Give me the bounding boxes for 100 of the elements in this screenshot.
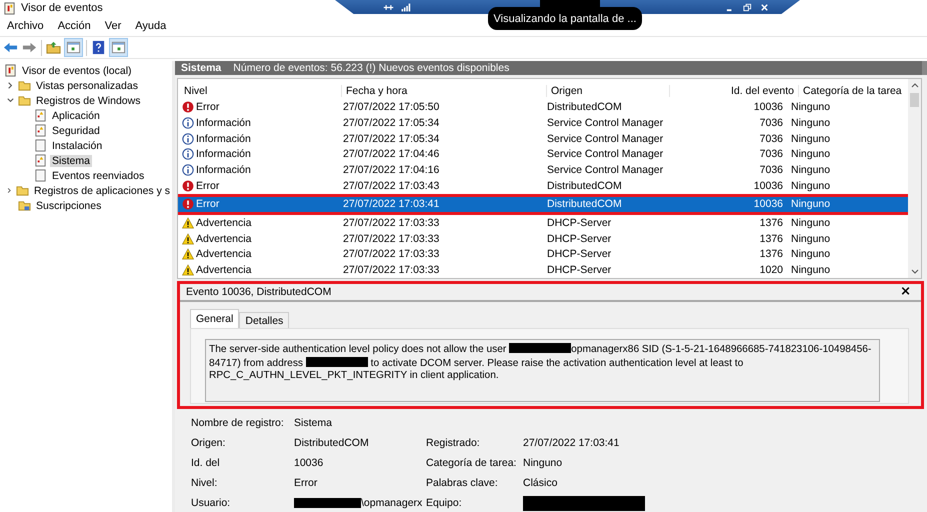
event-row[interactable]: Información 27/07/2022 17:04:16 Service Control Manager 7036 Ninguno <box>178 162 908 178</box>
event-id-cell-text: 1376 <box>758 248 784 260</box>
close-button[interactable]: × <box>900 286 911 298</box>
event-row[interactable]: Información 27/07/2022 17:05:34 Service Control Manager 7036 Ninguno <box>178 130 908 146</box>
scroll-thumb[interactable] <box>910 93 919 108</box>
property-label: Equipo: <box>426 497 463 509</box>
menu-item[interactable]: Ver <box>104 20 122 32</box>
event-row[interactable]: Advertencia 27/07/2022 17:03:33 DHCP-Server 1376 Ninguno <box>178 215 908 231</box>
level-text: Información <box>196 132 251 145</box>
pin-icon[interactable] <box>383 2 394 12</box>
tree-item[interactable]: Vistas personalizadas <box>34 80 140 92</box>
event-row[interactable]: Advertencia 27/07/2022 17:03:33 DHCP-Server 1376 Ninguno <box>178 230 908 247</box>
event-id-cell-text: 7036 <box>758 116 784 129</box>
source-cell-text: DistributedCOM <box>546 180 623 192</box>
category-cell-text: Ninguno <box>790 217 832 230</box>
folder-icon <box>18 79 31 92</box>
tree-item[interactable]: Instalación <box>50 140 104 152</box>
level-text: Información <box>196 164 251 176</box>
category-cell-text: Ninguno <box>790 116 832 129</box>
column-header[interactable]: Id. del evento <box>670 84 799 97</box>
window-title: Visor de eventos <box>21 2 103 14</box>
tree-item[interactable]: Sistema <box>50 154 92 166</box>
event-row[interactable]: Información 27/07/2022 17:05:34 Service Control Manager 7036 Ninguno <box>178 115 908 131</box>
log-icon <box>34 139 47 152</box>
event-row[interactable]: Advertencia 27/07/2022 17:03:33 DHCP-Server 1376 Ninguno <box>178 246 908 262</box>
close-icon[interactable] <box>759 2 770 12</box>
tree-item[interactable]: Seguridad <box>50 124 102 136</box>
level-text: Advertencia <box>196 248 252 260</box>
chevron-right-icon[interactable] <box>6 81 15 90</box>
tab[interactable]: Detalles <box>239 312 290 328</box>
panel-icon[interactable] <box>65 39 82 56</box>
menu-item[interactable]: Archivo <box>7 20 44 32</box>
restore-icon[interactable] <box>742 2 753 12</box>
chevron-right-icon[interactable] <box>6 186 14 195</box>
tree-item[interactable]: Eventos reenviados <box>50 170 146 182</box>
date-cell-text: 27/07/2022 17:05:50 <box>342 101 440 114</box>
property-value: Ninguno <box>523 457 562 469</box>
tree-item[interactable]: Visor de eventos (local) <box>20 64 134 76</box>
tree-item[interactable]: Registros de Windows <box>34 94 142 106</box>
forward-arrow-icon[interactable] <box>22 40 37 55</box>
tree-item[interactable]: Registros de aplicaciones y s <box>32 184 172 196</box>
help-icon[interactable] <box>91 40 106 55</box>
event-row[interactable]: Error 27/07/2022 17:05:50 DistributedCOM 10036 Ninguno <box>178 99 908 116</box>
property-label: Origen: <box>191 437 226 449</box>
property-label: Nombre de registro: <box>191 417 285 429</box>
date-cell-text: 27/07/2022 17:03:33 <box>342 248 440 260</box>
property-label: Id. del <box>191 457 221 469</box>
date-cell-text: 27/07/2022 17:03:33 <box>342 264 440 276</box>
menu-item[interactable]: Acción <box>58 20 91 32</box>
level-text: Error <box>196 101 220 114</box>
folder-up-icon[interactable] <box>46 40 61 55</box>
level-text: Advertencia <box>196 217 252 230</box>
property-value: \opmanagerx <box>361 497 422 509</box>
date-cell-text: 27/07/2022 17:05:34 <box>342 132 440 145</box>
menu-item[interactable]: Ayuda <box>135 20 166 32</box>
date-cell-text: 27/07/2022 17:03:43 <box>342 180 440 192</box>
property-label: Nivel: <box>191 477 218 489</box>
property-value: 27/07/2022 17:03:41 <box>523 437 620 449</box>
level-text: Error <box>196 180 220 192</box>
source-cell-text: DHCP-Server <box>546 232 612 245</box>
event-row[interactable]: Información 27/07/2022 17:04:46 Service Control Manager 7036 Ninguno <box>178 146 908 162</box>
event-id-cell-text: 7036 <box>758 164 784 176</box>
event-id-cell-text: 10036 <box>752 198 784 210</box>
event-row[interactable]: Advertencia 27/07/2022 17:03:33 DHCP-Server 1020 Ninguno <box>178 262 908 278</box>
event-row[interactable]: Error 27/07/2022 17:03:41 DistributedCOM 10036 Ninguno <box>178 196 908 212</box>
scrollbar[interactable] <box>908 79 921 278</box>
event-viewer-icon <box>4 64 17 77</box>
date-cell-text: 27/07/2022 17:04:16 <box>342 164 440 176</box>
redaction-bar <box>540 0 600 7</box>
tree-item[interactable]: Aplicación <box>50 110 102 122</box>
log-icon <box>34 154 47 167</box>
event-row[interactable]: Error 27/07/2022 17:03:43 DistributedCOM 10036 Ninguno <box>178 178 908 194</box>
source-cell-text: Service Control Manager <box>546 148 664 160</box>
column-header[interactable]: Fecha y hora <box>342 84 547 97</box>
source-cell-text: DHCP-Server <box>546 264 612 276</box>
column-header[interactable]: Origen <box>547 84 670 97</box>
level-text: Error <box>196 198 220 210</box>
tooltip: Visualizando la pantalla de ... <box>488 7 642 30</box>
date-cell-text: 27/07/2022 17:03:33 <box>342 217 440 230</box>
date-cell-text: 27/07/2022 17:05:34 <box>342 116 440 129</box>
panel-icon[interactable] <box>110 39 127 56</box>
event-id-cell-text: 7036 <box>758 148 784 160</box>
column-header[interactable]: Nivel <box>178 84 342 97</box>
tab[interactable]: General <box>190 309 240 328</box>
property-value: Sistema <box>294 417 332 429</box>
log-name: Sistema <box>181 62 222 74</box>
category-cell-text: Ninguno <box>790 198 832 210</box>
source-cell-text: DistributedCOM <box>546 101 623 114</box>
property-label: Categoría de tarea: <box>426 457 518 469</box>
back-arrow-icon[interactable] <box>3 40 18 55</box>
date-cell-text: 27/07/2022 17:04:46 <box>342 148 440 160</box>
log-icon <box>34 169 47 182</box>
property-label: Usuario: <box>191 497 232 509</box>
tree-item[interactable]: Suscripciones <box>34 200 104 212</box>
property-value: Clásico <box>523 477 558 489</box>
category-cell-text: Ninguno <box>790 132 832 145</box>
category-cell-text: Ninguno <box>790 180 832 192</box>
signal-icon <box>400 2 411 12</box>
category-cell-text: Ninguno <box>790 248 832 260</box>
chevron-down-icon[interactable] <box>6 96 15 105</box>
